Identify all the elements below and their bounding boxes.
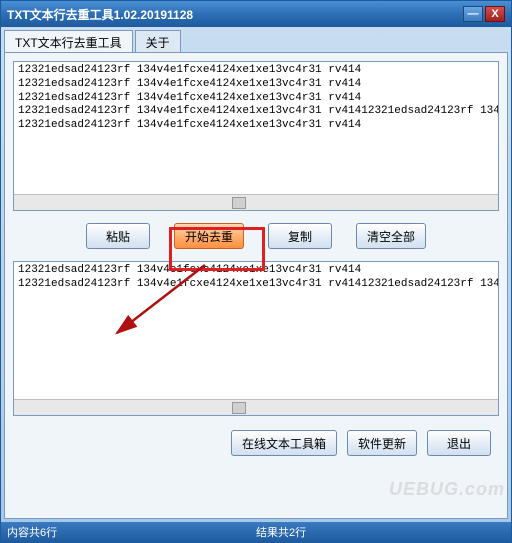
tabbar: TXT文本行去重工具 关于 <box>4 30 508 52</box>
toolbox-button[interactable]: 在线文本工具箱 <box>231 430 337 456</box>
input-hscrollbar[interactable] <box>14 194 498 210</box>
output-textbox[interactable] <box>14 262 498 399</box>
exit-button[interactable]: 退出 <box>427 430 491 456</box>
main-panel: 粘贴 开始去重 复制 清空全部 在线文本工具箱 软件更新 退出 <box>4 52 508 519</box>
tab-main[interactable]: TXT文本行去重工具 <box>4 30 133 52</box>
status-center: 结果共2行 <box>256 524 505 540</box>
tab-about[interactable]: 关于 <box>135 30 181 52</box>
clear-button[interactable]: 清空全部 <box>356 223 426 249</box>
statusbar: 内容共6行 结果共2行 <box>1 522 511 542</box>
status-left: 内容共6行 <box>7 524 256 540</box>
action-button-row: 粘贴 开始去重 复制 清空全部 <box>13 219 499 253</box>
input-textbox[interactable] <box>14 62 498 194</box>
output-textbox-wrap <box>13 261 499 416</box>
app-window: TXT文本行去重工具1.02.20191128 — X TXT文本行去重工具 关… <box>0 0 512 543</box>
titlebar[interactable]: TXT文本行去重工具1.02.20191128 — X <box>1 1 511 27</box>
input-textbox-wrap <box>13 61 499 211</box>
paste-button[interactable]: 粘贴 <box>86 223 150 249</box>
output-hscrollbar[interactable] <box>14 399 498 415</box>
window-title: TXT文本行去重工具1.02.20191128 <box>7 6 461 23</box>
copy-button[interactable]: 复制 <box>268 223 332 249</box>
bottom-button-row: 在线文本工具箱 软件更新 退出 <box>13 424 499 462</box>
update-button[interactable]: 软件更新 <box>347 430 417 456</box>
client-area: TXT文本行去重工具 关于 粘贴 开始去重 复制 清空全部 在线文本工具箱 软件… <box>1 27 511 522</box>
minimize-button[interactable]: — <box>463 6 483 22</box>
dedupe-button[interactable]: 开始去重 <box>174 223 244 249</box>
close-button[interactable]: X <box>485 6 505 22</box>
